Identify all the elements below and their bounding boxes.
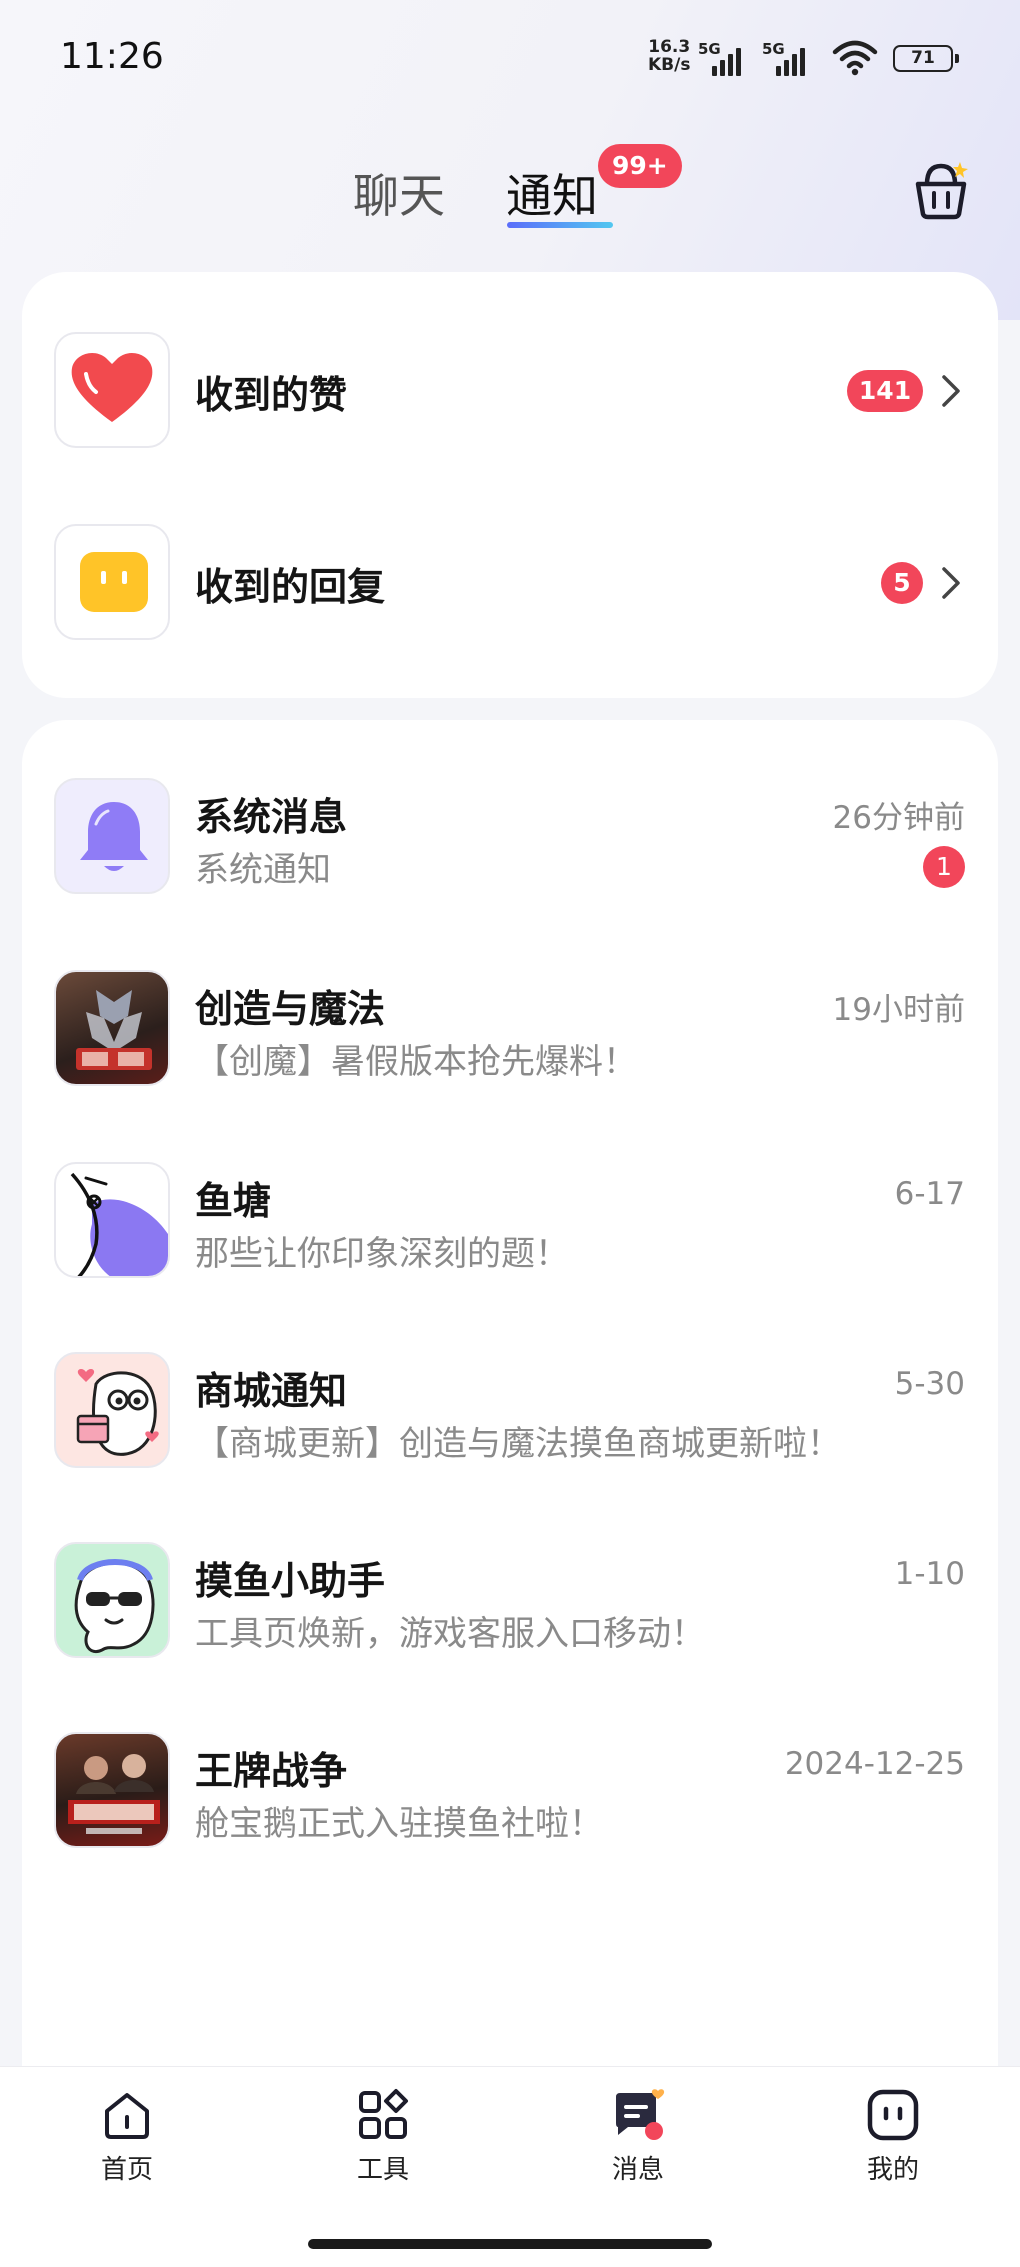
- likes-count-badge: 141: [847, 370, 923, 412]
- battery-level: 71: [911, 48, 935, 68]
- nav-home[interactable]: 首页: [67, 2087, 187, 2186]
- status-bar: 11:26 16.3 KB/s 5G 5G 71: [0, 0, 1020, 120]
- fish-avatar: [54, 1162, 170, 1278]
- bell-icon: [54, 778, 170, 894]
- nav-mine[interactable]: 我的: [833, 2087, 953, 2186]
- likes-title: 收到的赞: [195, 373, 348, 417]
- basket-icon[interactable]: [912, 160, 970, 220]
- signal-bars-icon: [712, 48, 741, 76]
- nav-tools-label: 工具: [356, 2155, 409, 2185]
- list-item-subtitle: 舱宝鹅正式入驻摸鱼社啦！: [195, 1804, 603, 1844]
- heart-icon: [54, 332, 170, 448]
- list-item-time: 26分钟前: [832, 800, 965, 836]
- list-item-time: 5-30: [894, 1366, 965, 1402]
- home-indicator: [308, 2239, 712, 2249]
- list-item-title: 王牌战争: [195, 1749, 348, 1793]
- assistant-mascot-avatar: [54, 1542, 170, 1658]
- nav-messages[interactable]: 消息: [578, 2087, 698, 2186]
- list-item[interactable]: 系统消息 系统通知 26分钟前 1: [22, 720, 998, 910]
- chevron-right-icon: [942, 375, 960, 407]
- tab-chat[interactable]: 聊天: [353, 160, 445, 226]
- list-item-time: 2024-12-25: [784, 1746, 965, 1782]
- bottom-nav: 首页 工具 消息 我的: [0, 2066, 1020, 2267]
- creation-magic-avatar: [54, 970, 170, 1086]
- list-item-subtitle: 【商城更新】创造与魔法摸鱼商城更新啦！: [195, 1424, 841, 1464]
- network-speed: 16.3 KB/s: [648, 38, 690, 74]
- list-item[interactable]: 商城通知 【商城更新】创造与魔法摸鱼商城更新啦！ 5-30: [22, 1290, 998, 1480]
- replies-count-badge: 5: [881, 562, 923, 604]
- nav-mine-label: 我的: [866, 2155, 919, 2185]
- list-item[interactable]: 王牌战争 舱宝鹅正式入驻摸鱼社啦！ 2024-12-25: [22, 1670, 998, 1860]
- list-item-subtitle: 【创魔】暑假版本抢先爆料！: [195, 1042, 637, 1082]
- network-speed-value: 16.3: [648, 37, 691, 57]
- likes-row[interactable]: 收到的赞 141: [22, 272, 998, 468]
- list-item-title: 系统消息: [195, 795, 348, 839]
- list-item-title: 鱼塘: [195, 1179, 272, 1223]
- chevron-right-icon: [942, 567, 960, 599]
- notice-badge: 99+: [598, 144, 682, 188]
- reply-face-icon: [54, 524, 170, 640]
- list-item[interactable]: 摸鱼小助手 工具页焕新，游戏客服入口移动！ 1-10: [22, 1480, 998, 1670]
- tab-active-indicator: [507, 222, 613, 228]
- nav-tools[interactable]: 工具: [323, 2087, 443, 2186]
- nav-home-label: 首页: [100, 2155, 153, 2185]
- tools-grid-icon: [359, 2089, 408, 2139]
- list-item-time: 19小时前: [832, 992, 965, 1028]
- list-item-time: 6-17: [894, 1176, 965, 1212]
- network-speed-unit: KB/s: [648, 55, 691, 75]
- battery-icon: 71: [893, 45, 959, 72]
- list-item-subtitle: 系统通知: [195, 850, 331, 890]
- list-item-title: 商城通知: [195, 1369, 348, 1413]
- list-item-subtitle: 那些让你印象深刻的题！: [195, 1234, 569, 1274]
- list-item-title: 摸鱼小助手: [195, 1559, 386, 1603]
- nav-messages-label: 消息: [611, 2155, 664, 2185]
- interactions-card: 收到的赞 141 收到的回复 5: [22, 272, 998, 698]
- signal-bars-icon: [776, 48, 805, 76]
- message-list: 系统消息 系统通知 26分钟前 1 创造与魔法 【创魔】暑假版本抢先爆料！ 19…: [22, 720, 998, 2140]
- list-item-title: 创造与魔法: [195, 987, 386, 1031]
- replies-row[interactable]: 收到的回复 5: [22, 468, 998, 664]
- home-icon: [105, 2093, 149, 2139]
- header-tabs: 聊天 通知: [0, 160, 1020, 240]
- list-item-subtitle: 工具页焕新，游戏客服入口移动！: [195, 1614, 705, 1654]
- replies-title: 收到的回复: [195, 565, 386, 609]
- wifi-icon: [832, 40, 878, 76]
- list-item[interactable]: 鱼塘 那些让你印象深刻的题！ 6-17: [22, 1100, 998, 1290]
- shop-mascot-avatar: [54, 1352, 170, 1468]
- clock: 11:26: [60, 36, 164, 77]
- messages-icon: [616, 2089, 665, 2140]
- profile-face-icon: [867, 2089, 919, 2141]
- war-game-avatar: [54, 1732, 170, 1848]
- tab-notice[interactable]: 通知: [506, 160, 598, 226]
- list-item-time: 1-10: [894, 1556, 965, 1592]
- unread-badge: 1: [923, 846, 965, 888]
- list-item[interactable]: 创造与魔法 【创魔】暑假版本抢先爆料！ 19小时前: [22, 910, 998, 1100]
